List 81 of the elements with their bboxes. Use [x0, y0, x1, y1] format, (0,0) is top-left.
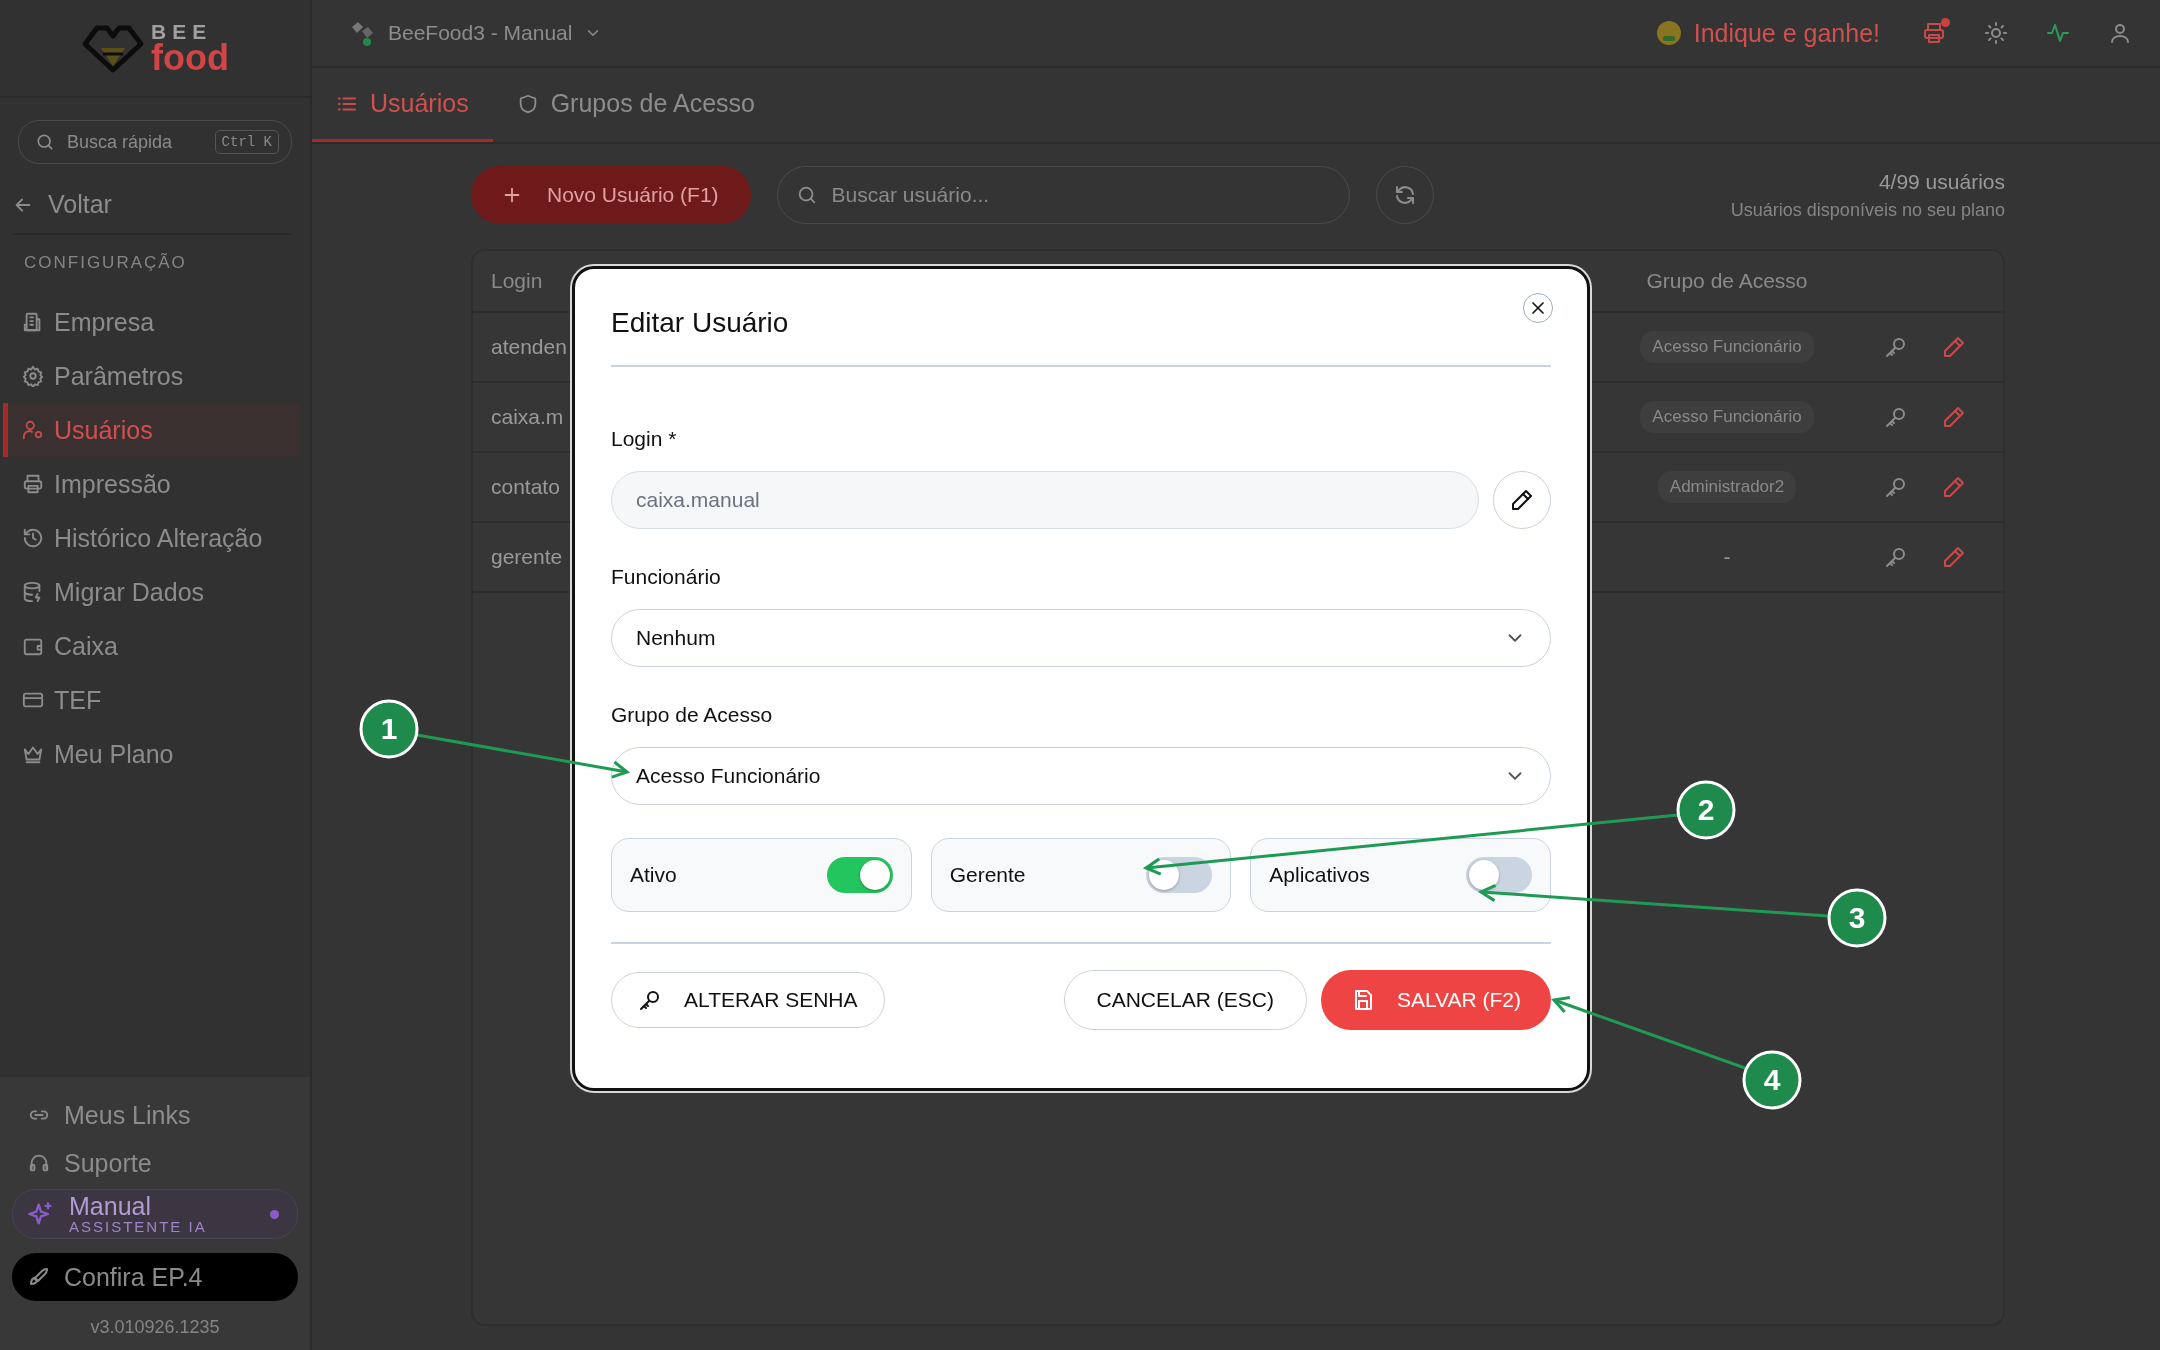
toggle-switch[interactable]	[826, 857, 893, 893]
user-count-note: Usuários disponíveis no seu plano	[1730, 199, 2005, 221]
pencil-icon[interactable]	[1942, 405, 1966, 429]
table-cell: contato	[491, 475, 560, 499]
assistant-subtitle: ASSISTENTE IA	[69, 1219, 208, 1234]
quick-search-field[interactable]: Busca rápida Ctrl K	[18, 120, 292, 164]
assistant-title: Manual	[69, 1194, 152, 1219]
key-icon	[638, 988, 662, 1012]
user-icon[interactable]	[2108, 21, 2132, 45]
key-icon[interactable]	[1884, 545, 1908, 569]
table-cell: caixa.m	[491, 405, 564, 429]
sidebar-item[interactable]: Impressão	[3, 457, 300, 511]
toggle-label: Gerente	[949, 863, 1026, 887]
search-icon	[35, 132, 55, 152]
table-cell: atenden	[491, 335, 567, 359]
user-count: 4/99 usuários	[1878, 169, 2005, 194]
sidebar-item[interactable]: Caixa	[3, 619, 300, 673]
key-icon[interactable]	[1884, 335, 1908, 359]
sidebar-item[interactable]: TEF	[3, 673, 300, 727]
group-tag: Acesso Funcionário	[1640, 401, 1814, 433]
gear-icon	[22, 365, 44, 387]
key-icon[interactable]	[1884, 475, 1908, 499]
logo-text: food	[151, 39, 229, 76]
assistant-button[interactable]: Manual ASSISTENTE IA	[12, 1189, 298, 1239]
dialog-title: Editar Usuário	[611, 307, 1551, 367]
sidebar-item[interactable]: Histórico Alteração	[3, 511, 300, 565]
history-icon	[22, 527, 44, 549]
column-header: Login	[491, 269, 543, 293]
sidebar-item[interactable]: Parâmetros	[3, 349, 300, 403]
select-field[interactable]: Nenhum	[611, 609, 1551, 667]
annotation-marker: 1	[359, 699, 419, 759]
promo-button[interactable]: Confira EP.4	[12, 1253, 298, 1301]
shortcut-hint: Ctrl K	[214, 130, 279, 154]
annotation-marker: 4	[1742, 1050, 1802, 1110]
toggle-switch[interactable]	[1466, 857, 1532, 893]
sidebar-link[interactable]: Meus Links	[12, 1091, 298, 1139]
sidebar-item[interactable]: Empresa	[3, 295, 300, 349]
key-icon[interactable]	[1884, 405, 1908, 429]
tab[interactable]: Usuários	[312, 68, 493, 142]
sidebar-link[interactable]: Suporte	[12, 1139, 298, 1187]
new-user-button[interactable]: Novo Usuário (F1)	[471, 166, 751, 224]
select-field[interactable]: Acesso Funcionário	[611, 747, 1551, 805]
sun-icon[interactable]	[1984, 21, 2008, 45]
version-text: v3.010926.1235	[89, 1317, 221, 1338]
toggle-label: Aplicativos	[1269, 863, 1370, 887]
field-label: Login *	[611, 427, 678, 451]
headset-icon	[28, 1152, 50, 1174]
user-gear-icon	[22, 419, 44, 441]
group-tag: Administrador2	[1657, 471, 1797, 503]
pulse-icon[interactable]	[2046, 21, 2070, 45]
column-header: Grupo de Acesso	[1646, 269, 1808, 293]
field-label: Grupo de Acesso	[611, 703, 774, 727]
back-link[interactable]: Voltar	[12, 190, 292, 235]
table-cell: -	[1723, 545, 1731, 569]
logo-text: BEE	[151, 20, 214, 42]
sidebar-item[interactable]: Migrar Dados	[3, 565, 300, 619]
printer-icon	[22, 473, 44, 495]
tab[interactable]: Grupos de Acesso	[492, 68, 779, 142]
money-face-icon	[1655, 20, 1682, 46]
pencil-icon[interactable]	[1942, 335, 1966, 359]
cancel-button[interactable]: CANCELAR (ESC)	[1063, 970, 1307, 1030]
toggle-label: Ativo	[630, 863, 677, 887]
printer-icon[interactable]	[1922, 21, 1946, 45]
group-tag: Acesso Funcionário	[1640, 331, 1814, 363]
workspace-name[interactable]: BeeFood3 - Manual	[388, 21, 573, 45]
pencil-icon	[1510, 488, 1534, 512]
close-button[interactable]	[1523, 293, 1553, 323]
sidebar-item[interactable]: Usuários	[3, 403, 300, 457]
referral-link[interactable]: Indique e ganhe!	[1693, 18, 1880, 48]
sidebar-item[interactable]: Meu Plano	[3, 727, 300, 781]
save-button[interactable]: SALVAR (F2)	[1320, 970, 1551, 1030]
field-label: Funcionário	[611, 565, 722, 589]
notification-dot	[1941, 18, 1950, 27]
section-heading: CONFIGURAÇÃO	[24, 253, 188, 273]
annotation-marker: 3	[1827, 888, 1887, 948]
pencil-icon[interactable]	[1942, 545, 1966, 569]
annotation-marker: 2	[1676, 780, 1736, 840]
status-dot	[270, 1209, 279, 1219]
table-cell: gerente	[491, 545, 563, 569]
pencil-icon[interactable]	[1942, 475, 1966, 499]
change-password-button[interactable]: ALTERAR SENHA	[611, 972, 885, 1028]
